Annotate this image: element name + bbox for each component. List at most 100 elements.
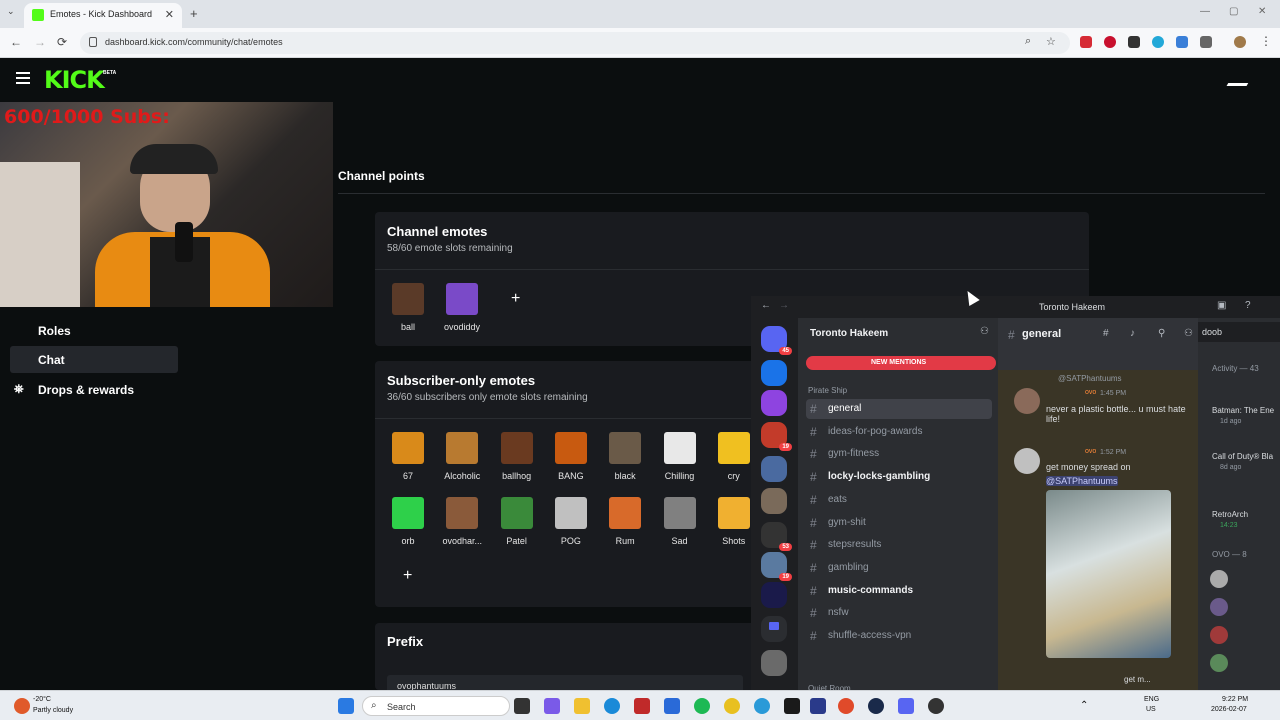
app-icon[interactable] (634, 698, 650, 714)
steam-icon[interactable] (868, 698, 884, 714)
discord-taskbar-icon[interactable] (898, 698, 914, 714)
emote-tile[interactable]: ballhog (491, 432, 543, 481)
app-icon[interactable] (928, 698, 944, 714)
profile-avatar[interactable] (1234, 36, 1246, 48)
extension-icon[interactable] (1128, 36, 1140, 48)
back-icon[interactable]: ← (761, 300, 771, 311)
tab-search-icon[interactable]: ⌄ (7, 6, 15, 17)
server-icon[interactable] (761, 360, 787, 386)
channel-points-heading[interactable]: Channel points (338, 169, 425, 183)
minimize-icon[interactable]: — (1200, 6, 1210, 17)
add-member-icon[interactable]: ⚇ (980, 326, 989, 337)
channel-item[interactable]: # music-commands (806, 581, 992, 601)
server-icon[interactable]: 19 (761, 422, 792, 451)
message-image[interactable] (1046, 490, 1171, 658)
app-icon[interactable] (784, 698, 800, 714)
telegram-icon[interactable] (754, 698, 770, 714)
members-icon[interactable]: ⚇ (1184, 328, 1193, 339)
emote-tile[interactable]: 67 (382, 432, 434, 481)
language-label[interactable]: ENG (1144, 696, 1159, 703)
pin-icon[interactable]: ⚲ (1158, 328, 1165, 339)
avatar[interactable] (1210, 598, 1228, 616)
extension-icon[interactable] (1152, 36, 1164, 48)
tray-overflow-icon[interactable]: ⌃ (1080, 700, 1088, 711)
emote-tile[interactable]: black (599, 432, 651, 481)
avatar[interactable] (1210, 626, 1228, 644)
emote-tile[interactable]: Sad (654, 497, 706, 546)
server-icon[interactable] (761, 488, 787, 514)
start-icon[interactable] (338, 698, 354, 714)
new-mentions-banner[interactable]: NEW MENTIONS (806, 356, 996, 370)
message-mention[interactable]: @SATPhantuums (1046, 476, 1118, 486)
server-icon[interactable] (761, 390, 787, 416)
channel-item[interactable]: # nsfw (806, 603, 992, 623)
back-icon[interactable]: ← (10, 35, 22, 49)
clock-time[interactable]: 9:22 PM (1222, 696, 1248, 703)
reload-icon[interactable]: ⟳ (57, 35, 67, 49)
copilot-icon[interactable] (544, 698, 560, 714)
bookmark-star-icon[interactable]: ☆ (1046, 35, 1056, 48)
emote-tile[interactable]: Rum (599, 497, 651, 546)
kick-logo[interactable]: KICK (44, 66, 105, 94)
taskbar-search[interactable]: ⌕ Search (362, 696, 510, 716)
channel-item[interactable]: # general (806, 399, 992, 419)
category-label[interactable]: Pirate Ship (808, 386, 847, 395)
avatar[interactable] (1014, 388, 1040, 414)
spotify-icon[interactable] (694, 698, 710, 714)
weather-icon[interactable] (14, 698, 30, 714)
emote-tile[interactable]: ovodiddy (436, 283, 488, 332)
sidebar-item-drops-rewards[interactable]: ⛯ Drops & rewards (10, 376, 178, 403)
url-bar[interactable]: dashboard.kick.com/community/chat/emotes… (80, 32, 1070, 54)
chrome-icon[interactable] (838, 698, 854, 714)
channel-item[interactable]: # stepsresults (806, 535, 992, 555)
channel-item[interactable]: # ideas-for-pog-awards (806, 422, 992, 442)
zoom-icon[interactable]: ⌕ (1025, 35, 1031, 48)
task-view-icon[interactable] (514, 698, 530, 714)
hamburger-menu-icon[interactable] (16, 72, 30, 87)
extensions-puzzle-icon[interactable] (1200, 36, 1212, 48)
browser-menu-icon[interactable]: ⋮ (1260, 34, 1272, 48)
avatar[interactable] (1014, 448, 1040, 474)
browser-tab[interactable]: Emotes - Kick Dashboard ✕ (24, 3, 182, 28)
site-info-icon[interactable] (89, 37, 97, 47)
emote-tile[interactable]: Alcoholic (436, 432, 488, 481)
channel-item[interactable]: # gym-shit (806, 513, 992, 533)
avatar[interactable] (1210, 570, 1228, 588)
channel-item[interactable]: # gym-fitness (806, 444, 992, 464)
extension-icon[interactable] (1104, 36, 1116, 48)
add-subscriber-emote-button[interactable]: + (403, 567, 412, 585)
emote-tile[interactable]: POG (545, 497, 597, 546)
user-avatar-icon[interactable] (1226, 74, 1254, 86)
emote-tile[interactable]: Chilling (654, 432, 706, 481)
channel-item[interactable]: # eats (806, 490, 992, 510)
sidebar-item-roles[interactable]: Roles (10, 317, 178, 344)
threads-icon[interactable]: # (1103, 328, 1109, 339)
file-explorer-icon[interactable] (574, 698, 590, 714)
emote-tile[interactable]: ovodhar... (436, 497, 488, 546)
add-emote-button[interactable]: + (511, 290, 520, 308)
channel-item[interactable]: # locky-locks-gambling (806, 467, 992, 487)
help-icon[interactable]: ? (1245, 300, 1251, 311)
server-icon[interactable]: 53 (761, 522, 792, 551)
sidebar-item-chat[interactable]: Chat (10, 346, 178, 373)
close-tab-icon[interactable]: ✕ (165, 8, 174, 21)
app-icon[interactable] (724, 698, 740, 714)
extension-icon[interactable] (1080, 36, 1092, 48)
emote-tile[interactable]: Patel (491, 497, 543, 546)
mute-icon[interactable]: ♪ (1130, 328, 1135, 339)
forward-icon[interactable]: → (34, 35, 46, 49)
search-input[interactable]: doob (1198, 322, 1280, 342)
app-icon[interactable] (810, 698, 826, 714)
channel-item[interactable]: # shuffle-access-vpn (806, 626, 992, 646)
maximize-icon[interactable]: ▢ (1229, 6, 1238, 17)
avatar[interactable] (1210, 654, 1228, 672)
reply-mention[interactable]: @SATPhantuums (1058, 374, 1122, 383)
emote-tile[interactable]: ball (382, 283, 434, 332)
forward-icon[interactable]: → (779, 300, 789, 311)
channel-item[interactable]: # gambling (806, 558, 992, 578)
server-name[interactable]: Toronto Hakeem (810, 328, 888, 339)
server-icon[interactable] (761, 456, 787, 482)
emote-tile[interactable]: orb (382, 497, 434, 546)
close-window-icon[interactable]: ✕ (1258, 6, 1266, 17)
home-icon[interactable]: 45 (761, 326, 792, 355)
